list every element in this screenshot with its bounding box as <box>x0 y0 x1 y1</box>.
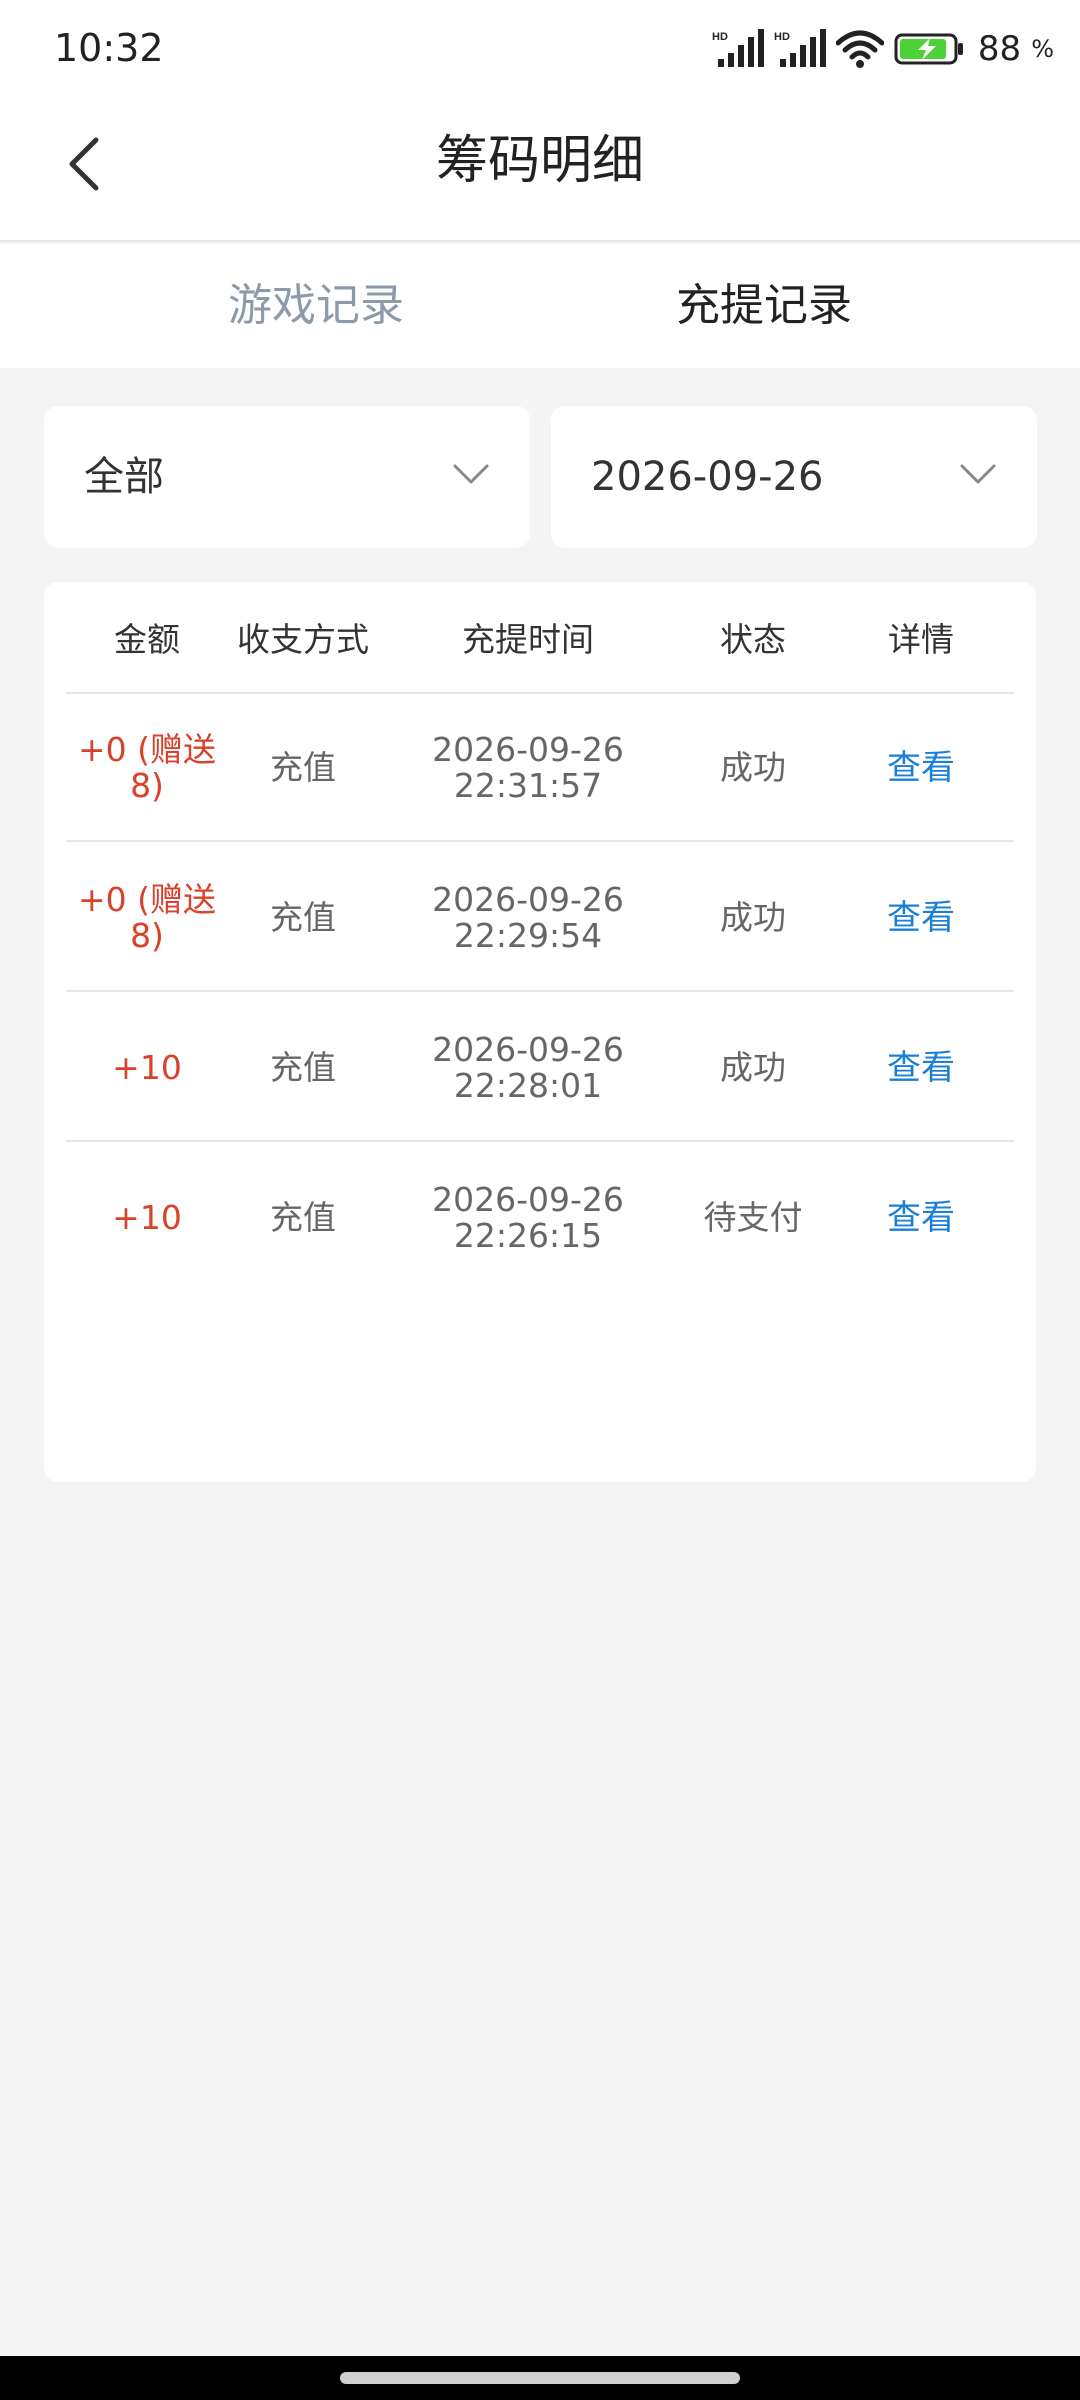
column-header-detail: 详情 <box>888 620 954 659</box>
chevron-down-icon <box>960 464 996 484</box>
records-table: 金额 收支方式 充提时间 状态 详情 +0 (赠送8) 充值 2026-09-2… <box>44 582 1036 1482</box>
column-header-type: 收支方式 <box>237 620 369 659</box>
row-amount: +10 <box>112 1048 182 1087</box>
tab-recharge-records[interactable]: 充提记录 <box>676 274 852 338</box>
row-amount: +0 (赠送8) <box>77 730 216 805</box>
row-type: 充值 <box>270 1048 336 1087</box>
page-title: 筹码明细 <box>435 131 644 191</box>
nav-bar: 筹码明细 <box>0 98 1080 242</box>
view-detail-link[interactable]: 查看 <box>828 994 1014 1142</box>
row-clock: 22:28:01 <box>453 1066 603 1105</box>
wifi-icon <box>835 29 884 69</box>
tab-bar: 游戏记录 充提记录 <box>0 244 1080 368</box>
date-filter-value: 2026-09-26 <box>591 454 824 500</box>
row-clock: 22:31:57 <box>453 766 603 805</box>
column-header-status: 状态 <box>720 620 786 659</box>
row-status: 成功 <box>720 898 786 937</box>
row-time: 2026-09-26 22:26:15 <box>378 1144 678 1292</box>
type-filter-dropdown[interactable]: 全部 <box>44 406 530 548</box>
row-type: 充值 <box>270 1198 336 1237</box>
table-row: +10 充值 2026-09-26 22:28:01 成功 查看 <box>66 994 1014 1142</box>
view-detail-link[interactable]: 查看 <box>828 1144 1014 1292</box>
status-icons: HD HD 88 % <box>712 26 1054 72</box>
chevron-down-icon <box>453 464 489 484</box>
table-header: 金额 收支方式 充提时间 状态 详情 <box>66 582 1014 694</box>
battery-percentage: 88 <box>977 29 1022 69</box>
row-time: 2026-09-26 22:31:57 <box>378 694 678 842</box>
row-time: 2026-09-26 22:29:54 <box>378 844 678 992</box>
row-amount: +10 <box>112 1198 182 1237</box>
row-amount: +0 (赠送8) <box>77 880 216 955</box>
signal-hd-label-1: HD <box>712 31 728 43</box>
table-row: +10 充值 2026-09-26 22:26:15 待支付 查看 <box>66 1144 1014 1292</box>
row-time: 2026-09-26 22:28:01 <box>378 994 678 1142</box>
row-date: 2026-09-26 <box>432 730 624 769</box>
row-type: 充值 <box>270 748 336 787</box>
row-status: 待支付 <box>703 1198 803 1237</box>
column-header-time: 充提时间 <box>462 620 594 659</box>
row-status: 成功 <box>720 1048 786 1087</box>
view-detail-link[interactable]: 查看 <box>828 694 1014 842</box>
row-status: 成功 <box>720 748 786 787</box>
row-type: 充值 <box>270 898 336 937</box>
date-filter-dropdown[interactable]: 2026-09-26 <box>551 406 1037 548</box>
signal-hd-label-2: HD <box>774 31 790 43</box>
row-clock: 22:29:54 <box>453 916 603 955</box>
status-bar: 10:32 HD HD 88 % <box>0 0 1080 98</box>
table-row: +0 (赠送8) 充值 2026-09-26 22:29:54 成功 查看 <box>66 844 1014 992</box>
battery-percent-sign: % <box>1031 35 1054 63</box>
status-time: 10:32 <box>54 26 164 70</box>
row-date: 2026-09-26 <box>432 1180 624 1219</box>
table-row: +0 (赠送8) 充值 2026-09-26 22:31:57 成功 查看 <box>66 694 1014 842</box>
column-header-amount: 金额 <box>114 620 180 659</box>
type-filter-value: 全部 <box>84 454 164 500</box>
battery-charging-icon <box>894 32 964 66</box>
row-date: 2026-09-26 <box>432 880 624 919</box>
cellular-signal-icon: HD <box>712 29 764 69</box>
row-date: 2026-09-26 <box>432 1030 624 1069</box>
tab-game-records[interactable]: 游戏记录 <box>228 274 404 338</box>
row-clock: 22:26:15 <box>453 1216 603 1255</box>
home-indicator[interactable] <box>340 2372 740 2384</box>
view-detail-link[interactable]: 查看 <box>828 844 1014 992</box>
cellular-signal-icon-2: HD <box>774 29 826 69</box>
